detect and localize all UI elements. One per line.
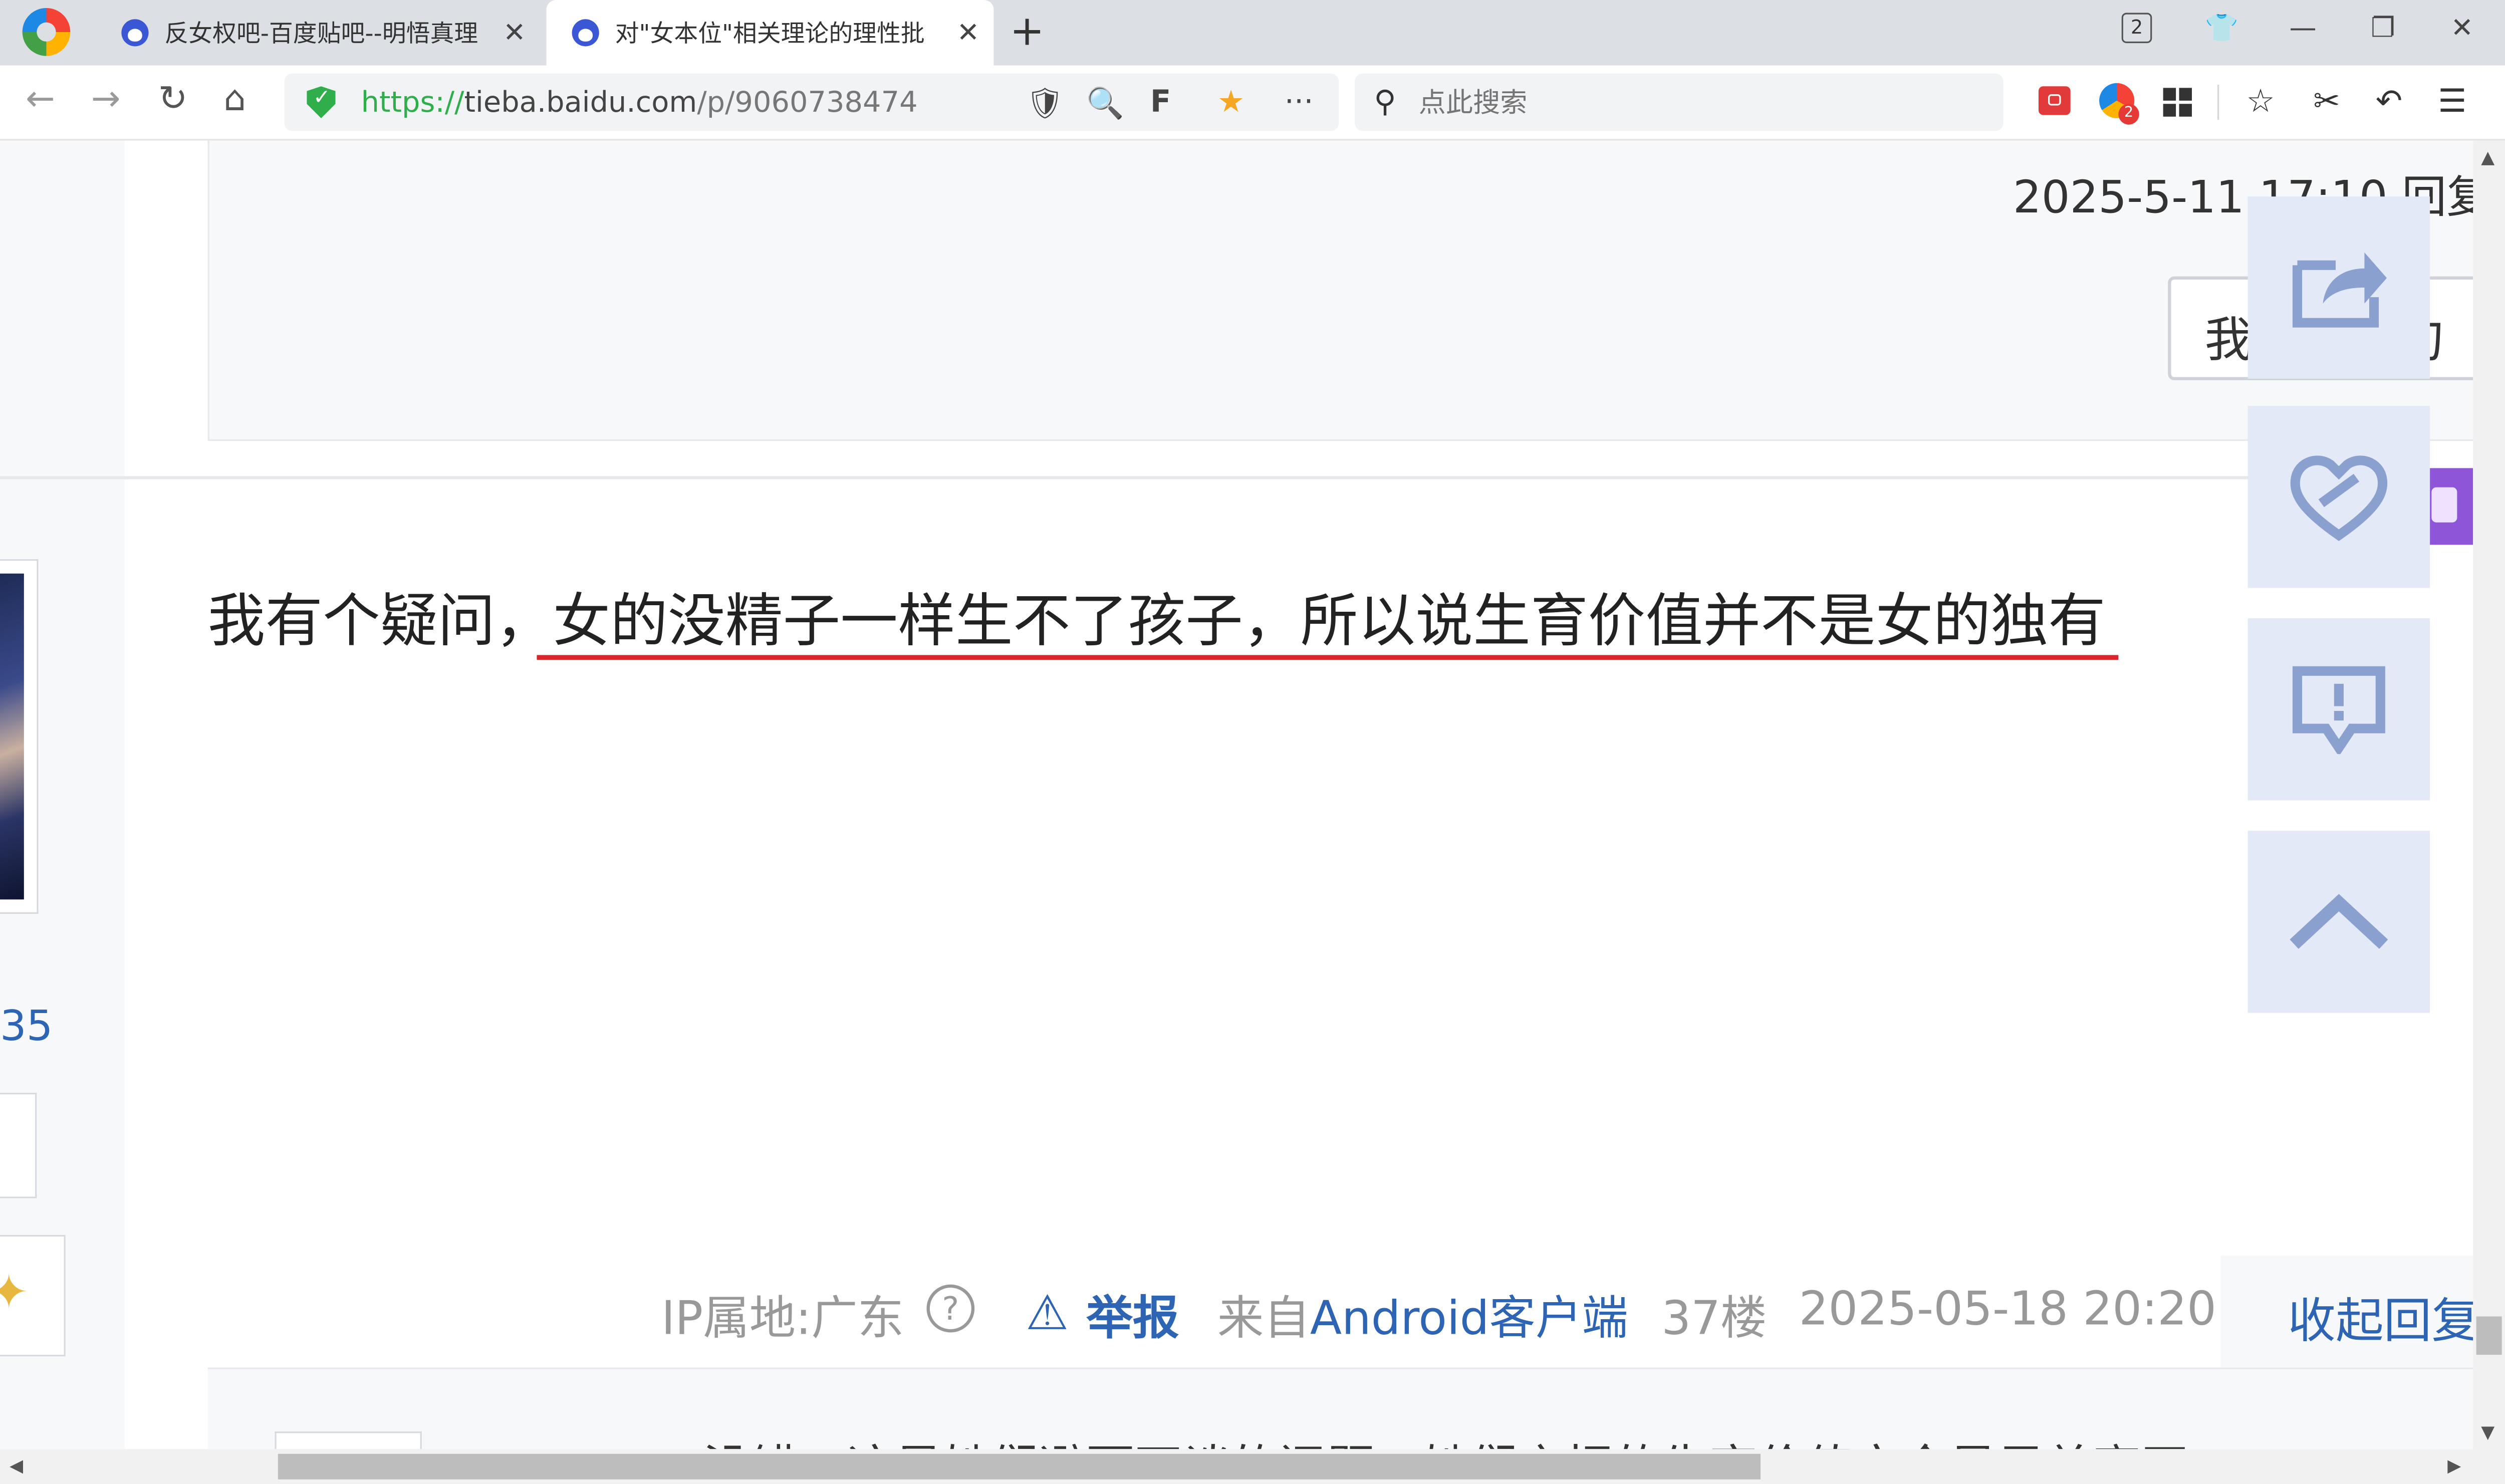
scroll-down-arrow-icon[interactable]: ▼ [2481, 1422, 2494, 1442]
user-avatar[interactable] [0, 559, 39, 914]
tab-2-active[interactable]: 对"女本位"相关理论的理性批 ✕ [546, 0, 994, 66]
search-bar[interactable]: ⚲ [1355, 73, 2003, 131]
tab-1[interactable]: 反女权吧-百度贴吧--明悟真理 ✕ [121, 0, 540, 66]
zoom-icon[interactable]: 🔍 [1086, 85, 1124, 121]
baidu-paw-icon [572, 19, 599, 47]
tab-strip: 反女权吧-百度贴吧--明悟真理 ✕ 对"女本位"相关理论的理性批 ✕ + 2 👕… [0, 0, 2505, 66]
post-body-text: 我有个疑问，女的没精子一样生不了孩子，所以说生育价值并不是女的独有 [207, 589, 2106, 655]
red-underline-annotation [537, 655, 2119, 660]
horizontal-scroll-thumb[interactable] [278, 1453, 1761, 1479]
toolbar-divider [2217, 85, 2219, 120]
back-to-top-button[interactable] [2247, 831, 2430, 1013]
new-tab-button[interactable]: + [1010, 10, 1045, 54]
help-question-icon[interactable]: ? [926, 1284, 975, 1333]
url-text[interactable]: https://tieba.baidu.com/p/9060738474 [361, 86, 918, 120]
post-source: 来自Android客户端 [1217, 1281, 1628, 1348]
post-divider [0, 476, 2473, 479]
client-link[interactable]: Android客户端 [1310, 1291, 1628, 1345]
secure-shield-icon [307, 86, 336, 118]
nested-reply-text: 没错，这是她们避而不谈的问题，她们之把的生育价值完全是男差离开 [703, 1428, 2189, 1449]
post-time: 2025-05-18 20:20 [1799, 1281, 2216, 1336]
user-level: 35 [0, 1003, 53, 1052]
address-bar[interactable]: https://tieba.baidu.com/p/9060738474 🛡 🔍… [284, 73, 1339, 131]
video-extension-icon[interactable] [2038, 86, 2071, 115]
page-content: 2025-5-11 17:10 回复 我也说一句 35 我有个疑问，女的没精子一… [0, 140, 2473, 1449]
close-tab-icon[interactable]: ✕ [954, 17, 982, 49]
home-icon[interactable]: ⌂ [223, 81, 246, 120]
navigation-toolbar: ← → ↻ ⌂ https://tieba.baidu.com/p/906073… [0, 65, 2505, 141]
back-to-top-icon [2290, 894, 2388, 949]
tab-count-button[interactable]: 2 [2121, 13, 2152, 44]
restore-icon[interactable]: ❐ [2371, 13, 2395, 45]
horizontal-scrollbar[interactable]: ◀ ▶ [0, 1449, 2505, 1484]
url-scheme: https:// [361, 86, 464, 120]
warning-icon[interactable]: ⚠ [1026, 1286, 1069, 1342]
tab-title: 反女权吧-百度贴吧--明悟真理 [164, 19, 478, 48]
source-prefix: 来自 [1217, 1291, 1310, 1345]
url-host: tieba.baidu.com [464, 86, 697, 120]
search-input[interactable] [1415, 85, 1981, 123]
collapse-replies-link[interactable]: 收起回复 [2288, 1281, 2473, 1351]
nested-reply-avatar[interactable] [275, 1431, 422, 1449]
undo-close-icon[interactable]: ↶ [2376, 82, 2402, 120]
bookmark-star-icon[interactable]: ★ [1217, 85, 1244, 120]
report-button[interactable] [2247, 618, 2430, 801]
search-icon: ⚲ [1374, 85, 1396, 120]
floor-number: 37楼 [1661, 1291, 1767, 1345]
avatar-image [0, 573, 24, 900]
tracking-protection-icon[interactable]: 🛡 [1026, 85, 1064, 121]
more-icon[interactable]: ··· [1285, 85, 1314, 120]
browser-logo-icon[interactable] [22, 8, 71, 56]
extension-badge: 2 [2118, 104, 2139, 125]
favorite-heart-icon [2290, 455, 2388, 541]
follow-button[interactable] [0, 1093, 37, 1198]
ip-location: IP属地:广东 [661, 1291, 904, 1345]
badge-icon[interactable] [0, 1234, 66, 1357]
share-button[interactable] [2247, 196, 2430, 379]
skin-icon[interactable]: 👕 [2205, 13, 2239, 45]
favorite-button[interactable] [2247, 405, 2430, 588]
minimize-icon[interactable]: — [2290, 13, 2317, 45]
tab-title: 对"女本位"相关理论的理性批 [615, 19, 925, 48]
reader-mode-icon[interactable]: F [1150, 85, 1171, 120]
share-icon [2292, 252, 2387, 328]
vertical-scrollbar[interactable]: ▲ ▼ [2473, 140, 2505, 1449]
close-tab-icon[interactable]: ✕ [500, 17, 529, 49]
apps-grid-icon[interactable] [2163, 88, 2192, 117]
url-path: /p/9060738474 [697, 86, 918, 120]
reload-icon[interactable]: ↻ [158, 81, 188, 120]
favorites-list-icon[interactable]: ☆ [2246, 82, 2275, 120]
screenshot-scissors-icon[interactable]: ✂ [2313, 82, 2340, 120]
back-icon[interactable]: ← [26, 81, 55, 120]
scroll-right-arrow-icon[interactable]: ▶ [2447, 1455, 2461, 1476]
scroll-left-arrow-icon[interactable]: ◀ [10, 1455, 23, 1476]
menu-icon[interactable]: ☰ [2438, 82, 2466, 120]
vertical-scroll-thumb[interactable] [2476, 1316, 2502, 1355]
baidu-paw-icon [121, 19, 149, 47]
close-window-icon[interactable]: ✕ [2451, 13, 2473, 45]
scroll-up-arrow-icon[interactable]: ▲ [2481, 147, 2494, 167]
report-icon [2292, 666, 2385, 755]
report-link[interactable]: 举报 [1086, 1281, 1179, 1348]
forward-icon[interactable]: → [91, 81, 121, 120]
browser-window: 反女权吧-百度贴吧--明悟真理 ✕ 对"女本位"相关理论的理性批 ✕ + 2 👕… [0, 0, 2505, 1484]
